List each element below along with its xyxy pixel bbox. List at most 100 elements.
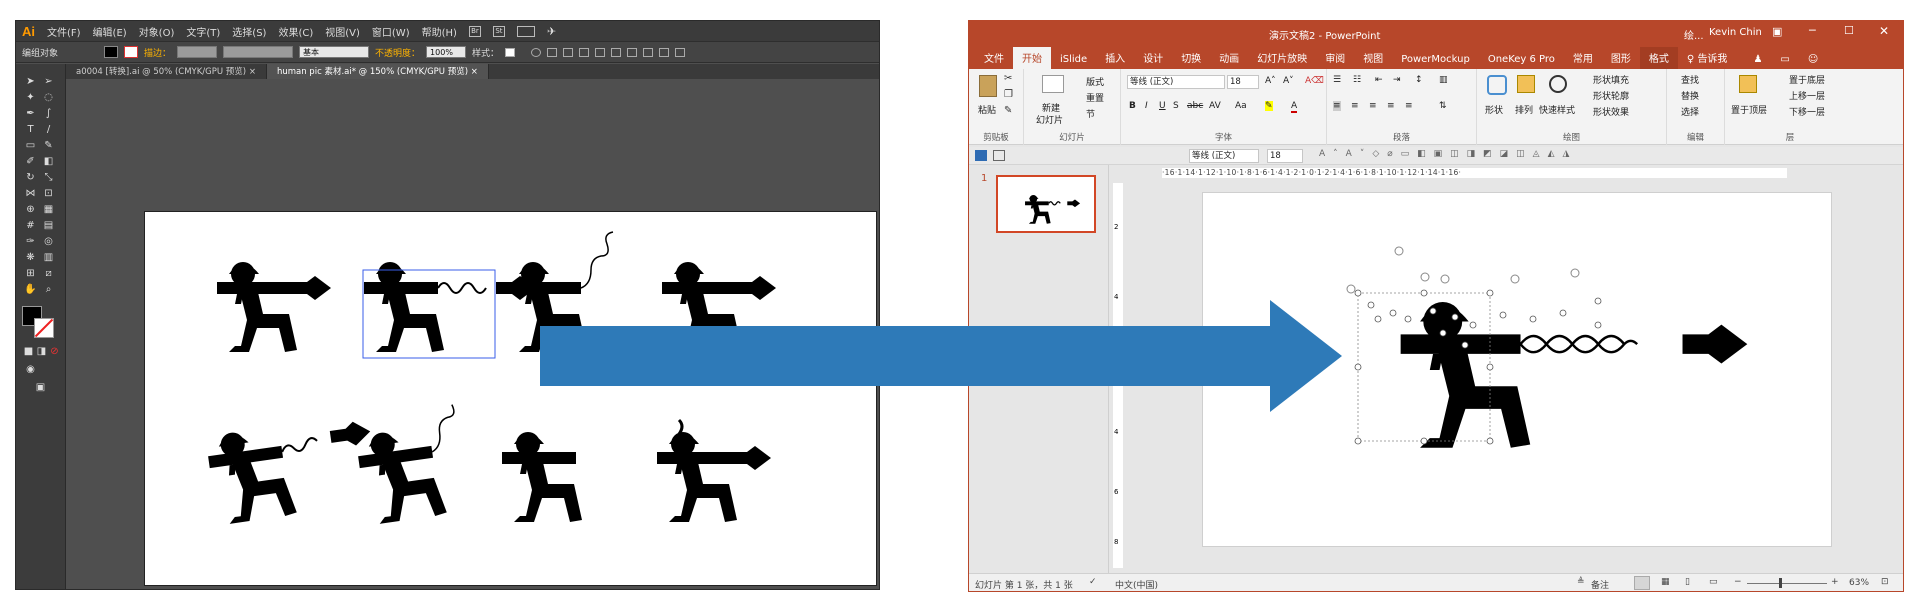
- align-top-icon[interactable]: [595, 47, 606, 57]
- shapes-icon[interactable]: [1487, 75, 1507, 95]
- paintbrush-tool-icon[interactable]: ✎: [42, 140, 55, 152]
- pasted-soldier-shape[interactable]: [1400, 302, 1748, 448]
- blend-tool-icon[interactable]: ◎: [42, 236, 55, 248]
- tab-islide[interactable]: iSlide: [1051, 51, 1096, 69]
- font-size-dropdown[interactable]: 18: [1227, 75, 1259, 89]
- ai-menu-type[interactable]: 文字(T): [186, 24, 220, 39]
- workspace-icon[interactable]: [516, 25, 535, 37]
- notes-button[interactable]: 备注: [1591, 578, 1609, 591]
- shaper-tool-icon[interactable]: ✐: [24, 156, 37, 168]
- slide-thumbnail-1[interactable]: [996, 175, 1096, 233]
- qat-font-dropdown[interactable]: 等线 (正文): [1189, 149, 1259, 163]
- gpu-performance-icon[interactable]: ✈: [547, 25, 556, 38]
- spellcheck-icon[interactable]: ✓: [1089, 577, 1097, 587]
- language-status[interactable]: 中文(中国): [1115, 578, 1158, 591]
- bullets-icon[interactable]: ☰: [1333, 75, 1341, 85]
- zoom-level[interactable]: 63%: [1849, 578, 1869, 588]
- draw-mode-icon[interactable]: ◉: [24, 364, 37, 376]
- shape-outline-button[interactable]: 形状轮廓: [1593, 89, 1629, 102]
- tab-common[interactable]: 常用: [1564, 47, 1602, 69]
- justify-text-icon[interactable]: ≡: [1387, 101, 1395, 111]
- soldier-icon-1[interactable]: [217, 262, 331, 352]
- ai-menu-object[interactable]: 对象(O): [139, 24, 175, 39]
- font-color-icon[interactable]: A: [1291, 101, 1298, 113]
- transform-icon[interactable]: [659, 47, 670, 57]
- align-middle-icon[interactable]: [611, 47, 622, 57]
- line-tool-icon[interactable]: /: [42, 124, 55, 136]
- close-icon[interactable]: ×: [471, 67, 478, 77]
- arrange-button[interactable]: 排列: [1515, 103, 1533, 116]
- smiley-icon[interactable]: ☺: [1799, 51, 1827, 69]
- distribute-icon[interactable]: [643, 47, 654, 57]
- ai-menu-view[interactable]: 视图(V): [325, 24, 360, 39]
- tab-slideshow[interactable]: 幻灯片放映: [1248, 47, 1316, 69]
- shape-builder-tool-icon[interactable]: ⊕: [24, 204, 37, 216]
- align-bottom-icon[interactable]: [627, 47, 638, 57]
- tab-onekey[interactable]: OneKey 6 Pro: [1479, 51, 1564, 69]
- hand-tool-icon[interactable]: ✋: [24, 284, 37, 296]
- rotation-handles[interactable]: [1346, 246, 1580, 294]
- send-backward-button[interactable]: 下移一层: [1789, 105, 1825, 118]
- tab-home[interactable]: 开始: [1013, 47, 1051, 69]
- align-center-text-icon[interactable]: ≡: [1351, 101, 1359, 111]
- tell-me-box[interactable]: ♀ 告诉我: [1678, 47, 1737, 69]
- italic-button[interactable]: I: [1145, 101, 1148, 111]
- zoom-in-icon[interactable]: +: [1831, 577, 1839, 587]
- mesh-tool-icon[interactable]: #: [24, 220, 37, 232]
- underline-button[interactable]: U: [1159, 101, 1166, 111]
- pen-tool-icon[interactable]: ✒: [24, 108, 37, 120]
- soldier-icon-7[interactable]: [502, 432, 582, 522]
- close-icon[interactable]: ×: [249, 67, 256, 77]
- replace-button[interactable]: 替换: [1681, 89, 1699, 102]
- font-name-dropdown[interactable]: 等线 (正文): [1127, 75, 1225, 89]
- qat-color-icon[interactable]: [975, 150, 987, 161]
- shape-effects-button[interactable]: 形状效果: [1593, 105, 1629, 118]
- eyedropper-tool-icon[interactable]: ✑: [24, 236, 37, 248]
- slideshow-view-icon[interactable]: ▭: [1709, 577, 1718, 587]
- gradient-tool-icon[interactable]: ▤: [42, 220, 55, 232]
- ppt-user-name[interactable]: Kevin Chin: [1709, 27, 1762, 38]
- fit-slide-icon[interactable]: ⊡: [1881, 577, 1889, 587]
- perspective-grid-tool-icon[interactable]: ▦: [42, 204, 55, 216]
- zoom-slider-thumb[interactable]: [1779, 578, 1782, 588]
- strikethrough-button[interactable]: abc: [1187, 101, 1203, 111]
- soldier-icon-6[interactable]: [353, 404, 468, 526]
- copy-icon[interactable]: ❐: [1004, 89, 1013, 100]
- doc-tab-human-pic[interactable]: human pic 素材.ai* @ 150% (CMYK/GPU 预览) ×: [266, 64, 489, 79]
- bring-to-front-button[interactable]: 置于顶层: [1731, 103, 1767, 116]
- shadow-button[interactable]: S: [1173, 101, 1179, 111]
- slide-sorter-icon[interactable]: ▦: [1661, 577, 1670, 587]
- column-graph-tool-icon[interactable]: ▥: [42, 252, 55, 264]
- scale-tool-icon[interactable]: ⤡: [42, 172, 55, 184]
- tab-animations[interactable]: 动画: [1210, 47, 1248, 69]
- tab-review[interactable]: 审阅: [1316, 47, 1354, 69]
- align-right-icon[interactable]: [579, 47, 590, 57]
- ai-menu-file[interactable]: 文件(F): [47, 24, 81, 39]
- artboard-tool-icon[interactable]: ⊞: [24, 268, 37, 280]
- send-to-back-button[interactable]: 置于底层: [1789, 73, 1825, 86]
- soldier-icon-2-selected[interactable]: [364, 262, 536, 352]
- tab-file[interactable]: 文件: [975, 47, 1013, 69]
- quick-styles-icon[interactable]: [1549, 75, 1567, 93]
- bridge-icon[interactable]: Br: [468, 25, 481, 37]
- paste-button[interactable]: 粘贴: [978, 103, 996, 116]
- ai-menu-effect[interactable]: 效果(C): [278, 24, 313, 39]
- char-spacing-button[interactable]: AV: [1209, 101, 1221, 111]
- stock-icon[interactable]: St: [492, 25, 505, 37]
- paste-icon[interactable]: [979, 75, 997, 97]
- recolor-icon[interactable]: [531, 47, 542, 57]
- format-painter-icon[interactable]: ✎: [1004, 105, 1012, 116]
- selection-handles[interactable]: [1354, 289, 1602, 445]
- eraser-tool-icon[interactable]: ◧: [42, 156, 55, 168]
- share-icon[interactable]: ♟: [1744, 51, 1771, 69]
- new-slide-icon[interactable]: [1042, 75, 1064, 93]
- line-spacing-icon[interactable]: ↕: [1415, 75, 1423, 85]
- cut-icon[interactable]: ✂: [1004, 73, 1012, 84]
- highlight-icon[interactable]: ✎: [1265, 101, 1273, 111]
- bring-forward-button[interactable]: 上移一层: [1789, 89, 1825, 102]
- reset-button[interactable]: 重置: [1086, 91, 1104, 104]
- minimize-icon[interactable]: ─: [1809, 24, 1816, 37]
- align-center-icon[interactable]: [563, 47, 574, 57]
- ai-menu-help[interactable]: 帮助(H): [422, 24, 457, 39]
- doc-tab-a0004[interactable]: a0004 [转换].ai @ 50% (CMYK/GPU 预览) ×: [66, 64, 267, 79]
